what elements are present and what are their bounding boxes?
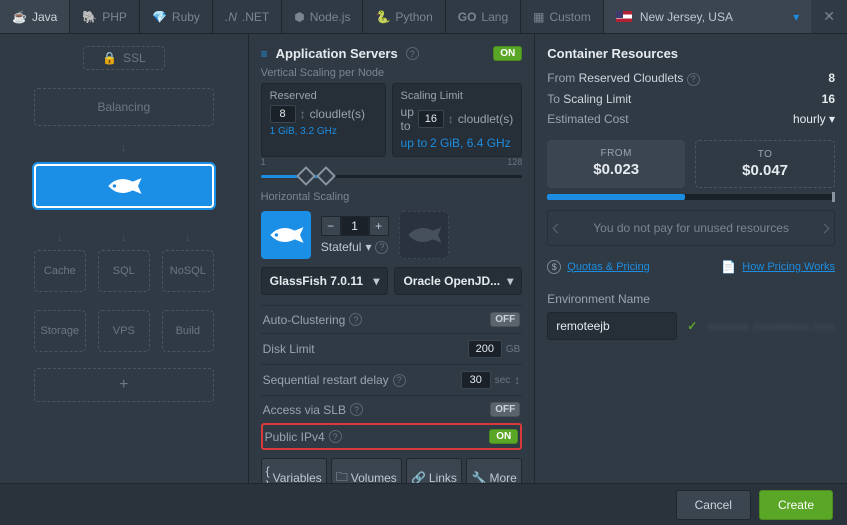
how-pricing-link[interactable]: How Pricing Works — [742, 261, 835, 273]
lang-tab-python[interactable]: 🐍Python — [363, 0, 445, 33]
env-domain-blurred: xxxxxx.xxxxxxxx.xxx — [707, 319, 835, 333]
ssl-toggle[interactable]: 🔒 SSL — [83, 46, 165, 70]
sql-node[interactable]: SQL — [98, 250, 150, 292]
cost-bar — [547, 194, 835, 200]
balancing-node[interactable]: Balancing — [34, 88, 214, 126]
lang-tab-php[interactable]: 🐘PHP — [70, 0, 140, 33]
public-ipv4-toggle[interactable]: ON — [489, 429, 518, 444]
lang-tab-nodejs[interactable]: ⬢Node.js — [282, 0, 363, 33]
slider-thumb-reserved[interactable] — [296, 166, 316, 186]
restart-delay-row: Sequential restart delay ? sec↕ — [261, 364, 523, 395]
help-icon[interactable]: ? — [350, 403, 363, 416]
reserved-input[interactable] — [270, 105, 296, 123]
check-icon: ✓ — [687, 319, 697, 333]
hscale-node-active[interactable] — [261, 211, 311, 259]
public-ipv4-row: Public IPv4 ? ON — [261, 423, 523, 450]
lang-tab-java[interactable]: ☕Java — [0, 0, 70, 33]
section-title: Application Servers — [276, 46, 398, 61]
arrow-down-icon: ↓ — [34, 230, 86, 244]
arrow-down-icon: ↓ — [98, 230, 150, 244]
disk-limit-input[interactable] — [468, 340, 502, 358]
help-icon[interactable]: ? — [349, 313, 362, 326]
topology-panel: 🔒 SSL Balancing ↓ ↓ Cache ↓ SQL ↓ NoSQL Sto… — [0, 34, 249, 483]
chevron-down-icon: ▾ — [793, 10, 799, 24]
arrow-down-icon: ↓ — [121, 140, 127, 154]
server-dropdown[interactable]: GlassFish 7.0.11▾ — [261, 267, 389, 295]
us-flag-icon — [616, 11, 632, 22]
slb-row: Access via SLB ? OFF — [261, 395, 523, 423]
resources-title: Container Resources — [547, 46, 835, 61]
dialog-footer: Cancel Create — [0, 483, 847, 525]
cost-period-dropdown[interactable]: hourly ▾ — [793, 112, 835, 126]
node-count-stepper[interactable]: − 1 + — [321, 216, 389, 236]
cost-to-box: TO $0.047 — [695, 140, 835, 188]
vscale-label: Vertical Scaling per Node — [261, 67, 523, 79]
create-button[interactable]: Create — [759, 490, 833, 520]
jdk-dropdown[interactable]: Oracle OpenJD...▾ — [394, 267, 522, 295]
auto-clustering-toggle[interactable]: OFF — [490, 312, 520, 327]
glassfish-icon — [103, 176, 145, 196]
add-node-button[interactable]: + — [34, 368, 214, 402]
lang-tab-custom[interactable]: ▦Custom — [521, 0, 604, 33]
slider-thumb-limit[interactable] — [316, 166, 336, 186]
glassfish-icon — [265, 225, 307, 245]
scaling-limit-card: Scaling Limit up to↕cloudlet(s) up to 2 … — [392, 83, 523, 157]
cancel-button[interactable]: Cancel — [676, 490, 751, 520]
decrement-button[interactable]: − — [321, 216, 341, 236]
build-node[interactable]: Build — [162, 310, 214, 352]
lang-tab-dotnet[interactable]: .N.NET — [213, 0, 282, 33]
nosql-node[interactable]: NoSQL — [162, 250, 214, 292]
app-server-node[interactable] — [34, 164, 214, 208]
resources-panel: Container Resources From Reserved Cloudl… — [535, 34, 847, 483]
vps-node[interactable]: VPS — [98, 310, 150, 352]
limit-input[interactable] — [418, 110, 444, 128]
increment-button[interactable]: + — [369, 216, 389, 236]
help-icon[interactable]: ? — [687, 73, 700, 86]
stateful-dropdown[interactable]: Stateful ▾ ? — [321, 240, 389, 254]
region-label: New Jersey, USA — [640, 10, 733, 24]
slb-toggle[interactable]: OFF — [490, 402, 520, 417]
lock-icon: 🔒 — [102, 51, 117, 65]
chevron-down-icon: ▾ — [365, 240, 371, 254]
top-bar: ☕Java 🐘PHP 💎Ruby .N.NET ⬢Node.js 🐍Python… — [0, 0, 847, 34]
auto-clustering-row: Auto-Clustering ? OFF — [261, 305, 523, 333]
app-server-settings: ≡ Application Servers ? ON Vertical Scal… — [249, 34, 536, 483]
menu-icon[interactable]: ≡ — [261, 47, 268, 61]
lang-tab-go[interactable]: GOLang — [446, 0, 521, 33]
close-button[interactable]: ✕ — [811, 8, 847, 25]
chevron-down-icon: ▾ — [507, 274, 513, 288]
env-name-label: Environment Name — [547, 292, 835, 306]
doc-icon: 📄 — [721, 260, 736, 274]
chevron-down-icon: ▾ — [373, 274, 379, 288]
hscale-node-ghost[interactable] — [399, 211, 449, 259]
app-server-toggle[interactable]: ON — [493, 46, 522, 61]
restart-delay-input[interactable] — [461, 371, 491, 389]
reserved-card: Reserved ↕cloudlet(s) 1 GiB, 3.2 GHz — [261, 83, 386, 157]
cloudlet-slider[interactable]: 1 128 — [261, 167, 523, 185]
cache-node[interactable]: Cache — [34, 250, 86, 292]
dollar-icon: $ — [547, 260, 561, 274]
hscale-label: Horizontal Scaling — [261, 191, 523, 203]
env-name-input[interactable] — [547, 312, 677, 340]
disk-limit-row: Disk Limit GB — [261, 333, 523, 364]
region-selector[interactable]: New Jersey, USA ▾ — [604, 0, 811, 33]
storage-node[interactable]: Storage — [34, 310, 86, 352]
help-icon[interactable]: ? — [393, 374, 406, 387]
quotas-pricing-link[interactable]: Quotas & Pricing — [567, 261, 650, 273]
help-icon[interactable]: ? — [406, 47, 419, 60]
arrow-down-icon: ↓ — [162, 230, 214, 244]
cost-from-box: FROM $0.023 — [547, 140, 685, 188]
help-icon[interactable]: ? — [329, 430, 342, 443]
language-tabs: ☕Java 🐘PHP 💎Ruby .N.NET ⬢Node.js 🐍Python… — [0, 0, 604, 33]
lang-tab-ruby[interactable]: 💎Ruby — [140, 0, 213, 33]
glassfish-icon — [403, 225, 445, 245]
help-icon[interactable]: ? — [375, 241, 388, 254]
pricing-note[interactable]: You do not pay for unused resources — [547, 210, 835, 246]
